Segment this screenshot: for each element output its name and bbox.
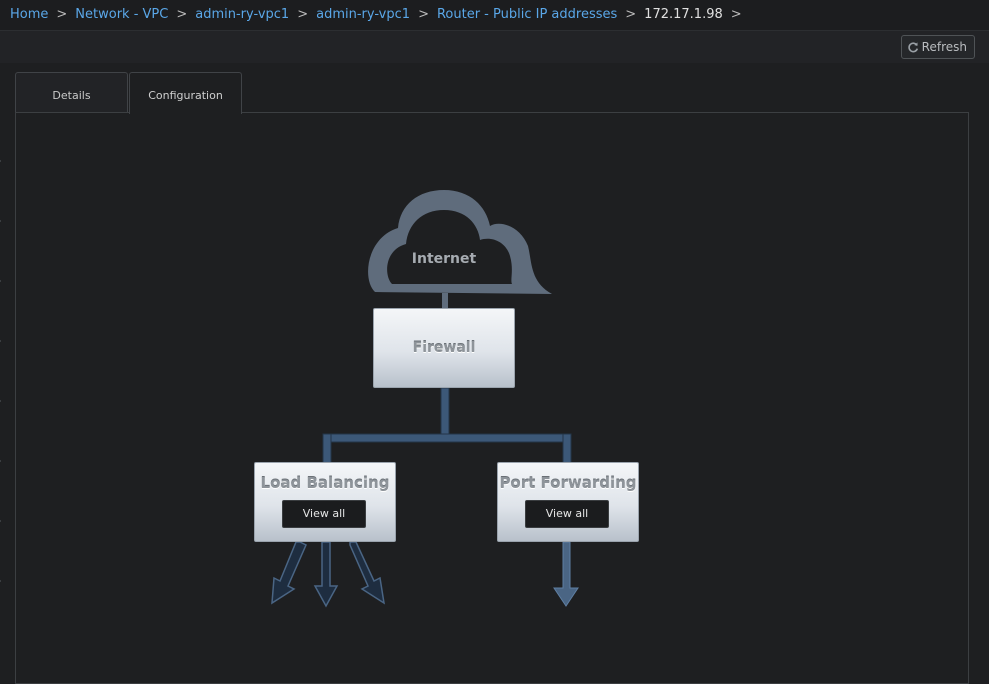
tab-details[interactable]: Details <box>15 72 128 112</box>
breadcrumb-home[interactable]: Home <box>10 7 48 22</box>
refresh-button[interactable]: Refresh <box>900 35 975 59</box>
left-edge-marks <box>0 160 1 582</box>
tab-configuration[interactable]: Configuration <box>129 72 242 114</box>
load-balancing-label: Load Balancing <box>260 474 390 492</box>
breadcrumb-vpc[interactable]: admin-ry-vpc1 <box>195 7 289 22</box>
breadcrumb-separator: > <box>625 7 637 22</box>
breadcrumb-separator: > <box>297 7 309 22</box>
refresh-label: Refresh <box>921 40 967 54</box>
firewall-node[interactable]: Firewall <box>373 308 515 388</box>
port-forwarding-label: Port Forwarding <box>499 474 637 492</box>
load-balancing-node: Load Balancing View all <box>254 462 396 542</box>
toolbar: Refresh <box>0 31 989 63</box>
refresh-icon <box>907 41 919 53</box>
breadcrumb-public-ip-addresses[interactable]: Router - Public IP addresses <box>437 7 617 22</box>
load-balancing-view-all-button[interactable]: View all <box>282 500 366 528</box>
breadcrumb-current-ip: 172.17.1.98 <box>644 7 723 22</box>
port-forwarding-view-all-button[interactable]: View all <box>525 500 609 528</box>
configuration-panel <box>15 112 969 684</box>
breadcrumb: Home > Network - VPC > admin-ry-vpc1 > admin-r… <box>0 0 989 31</box>
breadcrumb-separator: > <box>56 7 68 22</box>
port-forwarding-node: Port Forwarding View all <box>497 462 639 542</box>
breadcrumb-separator: > <box>730 7 742 22</box>
breadcrumb-separator: > <box>418 7 429 22</box>
breadcrumb-network-vpc[interactable]: Network - VPC <box>75 7 168 22</box>
breadcrumb-separator: > <box>176 7 188 22</box>
breadcrumb-vpc-router[interactable]: admin-ry-vpc1 <box>316 7 410 22</box>
firewall-label: Firewall <box>412 340 476 356</box>
